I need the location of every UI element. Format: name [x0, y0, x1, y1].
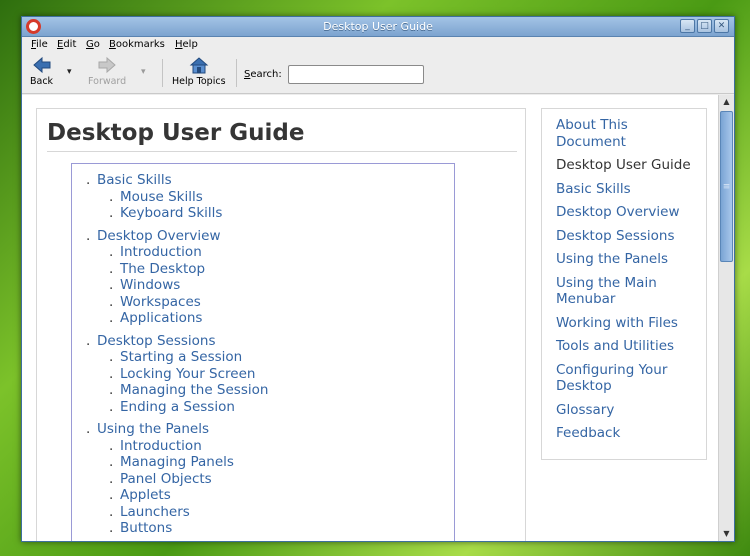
toc-sublist: Introduction The Desktop Windows Workspa…: [86, 244, 268, 327]
toolbar-separator: [162, 59, 163, 87]
vertical-scrollbar[interactable]: ▲ ≡ ▼: [718, 95, 734, 541]
sidebar-item-tools-and-utilities[interactable]: Tools and Utilities: [556, 338, 701, 355]
toc-sublist: Introduction Managing Panels Panel Objec…: [86, 438, 268, 537]
scroll-down-icon[interactable]: ▼: [719, 527, 734, 541]
menu-go[interactable]: Go: [86, 39, 100, 50]
toc-link-applications[interactable]: Applications: [109, 310, 268, 327]
close-icon[interactable]: ✕: [714, 19, 729, 33]
table-of-contents: Basic Skills Mouse Skills Keyboard Skill…: [71, 163, 455, 541]
document-view: Desktop User Guide Basic Skills Mouse Sk…: [22, 95, 718, 541]
toc-link-applets[interactable]: Applets: [109, 487, 268, 504]
scroll-up-icon[interactable]: ▲: [719, 95, 734, 109]
toc-link-keyboard-skills[interactable]: Keyboard Skills: [109, 205, 268, 222]
toc-link-desktop-sessions[interactable]: Desktop Sessions: [86, 333, 268, 350]
back-history-chevron-down-icon[interactable]: ▾: [67, 67, 72, 77]
minimize-icon[interactable]: _: [680, 19, 695, 33]
sidebar-navigation: About This Document Desktop User Guide B…: [541, 108, 707, 460]
menu-edit[interactable]: Edit: [57, 39, 76, 50]
sidebar-item-desktop-user-guide: Desktop User Guide: [556, 157, 691, 173]
toc-section: Desktop Overview Introduction The Deskto…: [86, 228, 268, 327]
menu-file[interactable]: File: [31, 39, 48, 50]
scrollbar-thumb[interactable]: ≡: [720, 111, 733, 262]
sidebar-item-feedback[interactable]: Feedback: [556, 425, 701, 442]
toc-link-ending-a-session[interactable]: Ending a Session: [109, 399, 268, 416]
toc-link-mouse-skills[interactable]: Mouse Skills: [109, 189, 268, 206]
sidebar-item-configuring-your-desktop[interactable]: Configuring Your Desktop: [556, 362, 701, 395]
toc-sublist: Mouse Skills Keyboard Skills: [86, 189, 268, 222]
toc-link-managing-the-session[interactable]: Managing the Session: [109, 382, 268, 399]
toc-link-locking-your-screen[interactable]: Locking Your Screen: [109, 366, 268, 383]
search-input[interactable]: [288, 65, 424, 84]
back-button[interactable]: Back: [30, 56, 53, 87]
window-title: Desktop User Guide: [323, 20, 433, 33]
toc-link-launchers[interactable]: Launchers: [109, 504, 268, 521]
toc-link-introduction[interactable]: Introduction: [109, 244, 268, 261]
sidebar-item-basic-skills[interactable]: Basic Skills: [556, 181, 701, 198]
home-icon: [189, 57, 209, 74]
toc-section: Using the Panels Introduction Managing P…: [86, 421, 268, 537]
sidebar-list: About This Document Desktop User Guide B…: [556, 117, 701, 449]
forward-label: Forward: [88, 76, 127, 87]
toc-link-starting-a-session[interactable]: Starting a Session: [109, 349, 268, 366]
toc-link-panel-objects[interactable]: Panel Objects: [109, 471, 268, 488]
page-title: Desktop User Guide: [47, 120, 517, 152]
toc-link-using-the-panels[interactable]: Using the Panels: [86, 421, 268, 438]
toc-link-managing-panels[interactable]: Managing Panels: [109, 454, 268, 471]
sidebar-item-about-this-document[interactable]: About This Document: [556, 117, 701, 150]
search-label: Search:: [244, 69, 282, 80]
sidebar-item-using-the-main-menubar[interactable]: Using the Main Menubar: [556, 275, 701, 308]
toc-link-desktop-overview[interactable]: Desktop Overview: [86, 228, 268, 245]
toc-link-basic-skills[interactable]: Basic Skills: [86, 172, 268, 189]
toolbar: Back ▾ Forward ▾ Help Topics Search:: [22, 53, 734, 94]
menu-bookmarks[interactable]: Bookmarks: [109, 39, 165, 50]
help-browser-window: Desktop User Guide _ □ ✕ File Edit Go Bo…: [21, 16, 735, 542]
toc-link-buttons[interactable]: Buttons: [109, 520, 268, 537]
sidebar-item-using-the-panels[interactable]: Using the Panels: [556, 251, 701, 268]
toc-sublist: Starting a Session Locking Your Screen M…: [86, 349, 268, 415]
forward-history-chevron-down-icon[interactable]: ▾: [141, 67, 146, 77]
menu-bar: File Edit Go Bookmarks Help: [22, 37, 734, 53]
sidebar-item-working-with-files[interactable]: Working with Files: [556, 315, 701, 332]
title-bar[interactable]: Desktop User Guide _ □ ✕: [22, 17, 734, 37]
arrow-left-icon: [32, 56, 51, 74]
help-topics-button[interactable]: Help Topics: [172, 56, 226, 87]
arrow-right-icon: [98, 56, 116, 74]
toolbar-separator: [236, 59, 237, 87]
help-topics-label: Help Topics: [172, 76, 226, 87]
main-document-panel: Desktop User Guide Basic Skills Mouse Sk…: [36, 108, 526, 541]
toc-section: Desktop Sessions Starting a Session Lock…: [86, 333, 268, 416]
sidebar-item-desktop-overview[interactable]: Desktop Overview: [556, 204, 701, 221]
forward-button[interactable]: Forward: [88, 56, 126, 87]
sidebar-item-glossary[interactable]: Glossary: [556, 402, 701, 419]
toc-section: Basic Skills Mouse Skills Keyboard Skill…: [86, 172, 268, 222]
maximize-icon[interactable]: □: [697, 19, 712, 33]
toc-list: Basic Skills Mouse Skills Keyboard Skill…: [86, 172, 268, 541]
sidebar-item-desktop-sessions[interactable]: Desktop Sessions: [556, 228, 701, 245]
toc-link-the-desktop[interactable]: The Desktop: [109, 261, 268, 278]
toc-link-workspaces[interactable]: Workspaces: [109, 294, 268, 311]
toc-link-windows[interactable]: Windows: [109, 277, 268, 294]
toc-link-panels-introduction[interactable]: Introduction: [109, 438, 268, 455]
back-label: Back: [30, 76, 54, 87]
menu-help[interactable]: Help: [175, 39, 198, 50]
